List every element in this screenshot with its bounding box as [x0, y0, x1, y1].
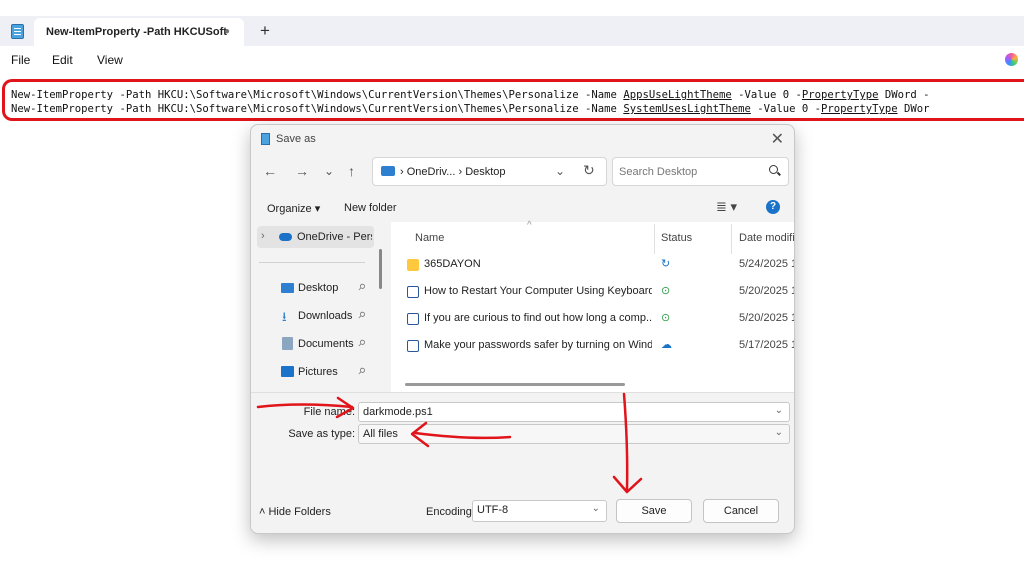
column-header-status[interactable]: Status [661, 232, 692, 244]
documents-icon [282, 337, 293, 350]
organize-button[interactable]: Organize ▾ [267, 202, 320, 215]
breadcrumb[interactable]: › OneDriv... › Desktop [400, 166, 506, 178]
cancel-button[interactable]: Cancel [703, 499, 779, 523]
recent-locations-icon[interactable]: ⌄ [324, 164, 334, 178]
close-icon[interactable]: ✕ [771, 129, 784, 149]
up-arrow-icon[interactable]: ↑ [348, 163, 355, 179]
file-name-value: darkmode.ps1 [363, 406, 433, 418]
desktop-icon [281, 283, 294, 293]
save-options: File name: darkmode.ps1 ⌄ Save as type: … [251, 392, 794, 533]
file-name: If you are curious to find out how long … [424, 312, 652, 324]
nav-label-onedrive: OneDrive - Perso [297, 231, 372, 243]
tab-document[interactable]: New-ItemProperty -Path HKCUSoft ● [34, 18, 244, 46]
chevron-down-icon[interactable]: ⌄ [592, 503, 600, 514]
horizontal-scrollbar[interactable] [405, 383, 625, 386]
file-name: Make your passwords safer by turning on … [424, 339, 652, 351]
save-type-select[interactable]: All files ⌄ [358, 424, 790, 444]
pictures-icon [281, 366, 294, 377]
new-tab-button[interactable]: + [260, 21, 270, 41]
expand-chevron-icon[interactable]: › [261, 230, 265, 242]
sort-caret-icon: ^ [527, 220, 532, 231]
column-divider[interactable] [654, 224, 655, 254]
onedrive-cloud-icon [279, 233, 292, 241]
save-button[interactable]: Save [616, 499, 692, 523]
dialog-title: Save as [276, 133, 316, 145]
unsaved-dot-icon[interactable]: ● [224, 26, 230, 37]
search-input[interactable]: Search Desktop [612, 157, 789, 186]
document-icon [407, 313, 419, 325]
menu-file[interactable]: File [11, 53, 30, 67]
chevron-down-icon[interactable]: ⌄ [775, 405, 783, 416]
tab-title: New-ItemProperty -Path HKCUSoft [46, 26, 227, 38]
synced-check-icon: ⊙ [661, 285, 671, 297]
annotation-highlight-box [2, 79, 1024, 121]
file-list: ^ Name Status Date modifi 365DAYON ↻ 5/2… [391, 220, 795, 392]
save-type-value: All files [363, 428, 398, 440]
nav-divider [259, 262, 365, 263]
file-date: 5/20/2025 1 [739, 312, 795, 324]
search-placeholder: Search Desktop [619, 166, 698, 178]
menu-bar: File Edit View [0, 46, 1024, 74]
nav-label-pictures: Pictures [298, 366, 338, 378]
dialog-notepad-icon [261, 133, 270, 145]
refresh-icon[interactable]: ↻ [583, 162, 595, 179]
save-as-dialog: Save as ✕ ← → ⌄ ↑ › OneDriv... › Desktop… [250, 124, 795, 534]
hide-folders-button[interactable]: ˄ Hide Folders [259, 506, 331, 518]
synced-check-icon: ⊙ [661, 312, 671, 324]
address-bar[interactable]: › OneDriv... › Desktop ⌄ ↻ [372, 157, 607, 186]
document-icon [407, 286, 419, 298]
sync-icon: ↻ [661, 258, 671, 270]
chevron-down-icon[interactable]: ⌄ [555, 164, 565, 178]
notepad-app-icon [11, 24, 24, 39]
pin-icon: ⚲ [355, 337, 368, 350]
encoding-select[interactable]: UTF-8 ⌄ [472, 500, 607, 522]
folder-icon [407, 259, 419, 271]
nav-item-onedrive[interactable]: › OneDrive - Perso [257, 226, 374, 248]
search-icon[interactable] [769, 165, 778, 174]
file-name: How to Restart Your Computer Using Keybo… [424, 285, 652, 297]
encoding-label: Encoding: [426, 506, 475, 518]
nav-label-desktop: Desktop [298, 282, 339, 294]
menu-edit[interactable]: Edit [52, 53, 73, 67]
notepad-window: New-ItemProperty -Path HKCUSoft ● + File… [0, 0, 1024, 576]
column-header-name[interactable]: Name [415, 232, 444, 244]
onedrive-folder-icon [381, 166, 395, 176]
download-icon: ⭳ [282, 309, 287, 324]
file-name-label: File name: [303, 406, 355, 418]
pin-icon: ⚲ [355, 365, 368, 378]
encoding-value: UTF-8 [477, 504, 509, 516]
nav-label-downloads: Downloads [298, 310, 353, 322]
menu-view[interactable]: View [97, 53, 123, 67]
save-type-label: Save as type: [288, 428, 355, 440]
cloud-icon: ☁ [661, 339, 672, 351]
chevron-down-icon[interactable]: ⌄ [775, 427, 783, 438]
back-arrow-icon[interactable]: ← [263, 163, 277, 179]
file-date: 5/20/2025 1 [739, 285, 795, 297]
file-name: 365DAYON [424, 258, 481, 270]
new-folder-button[interactable]: New folder [344, 202, 397, 214]
navigation-pane: › OneDrive - Perso Desktop ⚲ ⭳ Downloads… [251, 222, 382, 392]
file-date: 5/24/2025 1 [739, 258, 795, 270]
pin-icon: ⚲ [355, 281, 368, 294]
column-header-date[interactable]: Date modifi [739, 232, 794, 244]
file-date: 5/17/2025 1 [739, 339, 795, 351]
help-icon[interactable]: ? [766, 200, 780, 214]
forward-arrow-icon[interactable]: → [295, 163, 309, 179]
copilot-icon[interactable] [1005, 53, 1018, 66]
document-icon [407, 340, 419, 352]
file-name-field[interactable]: darkmode.ps1 ⌄ [358, 402, 790, 422]
title-bar: New-ItemProperty -Path HKCUSoft ● + [0, 16, 1024, 46]
view-options-icon[interactable]: ≣ ▾ [716, 199, 737, 215]
column-divider[interactable] [731, 224, 732, 254]
nav-label-documents: Documents [298, 338, 354, 350]
nav-scrollbar[interactable] [379, 249, 382, 289]
pin-icon: ⚲ [355, 309, 368, 322]
